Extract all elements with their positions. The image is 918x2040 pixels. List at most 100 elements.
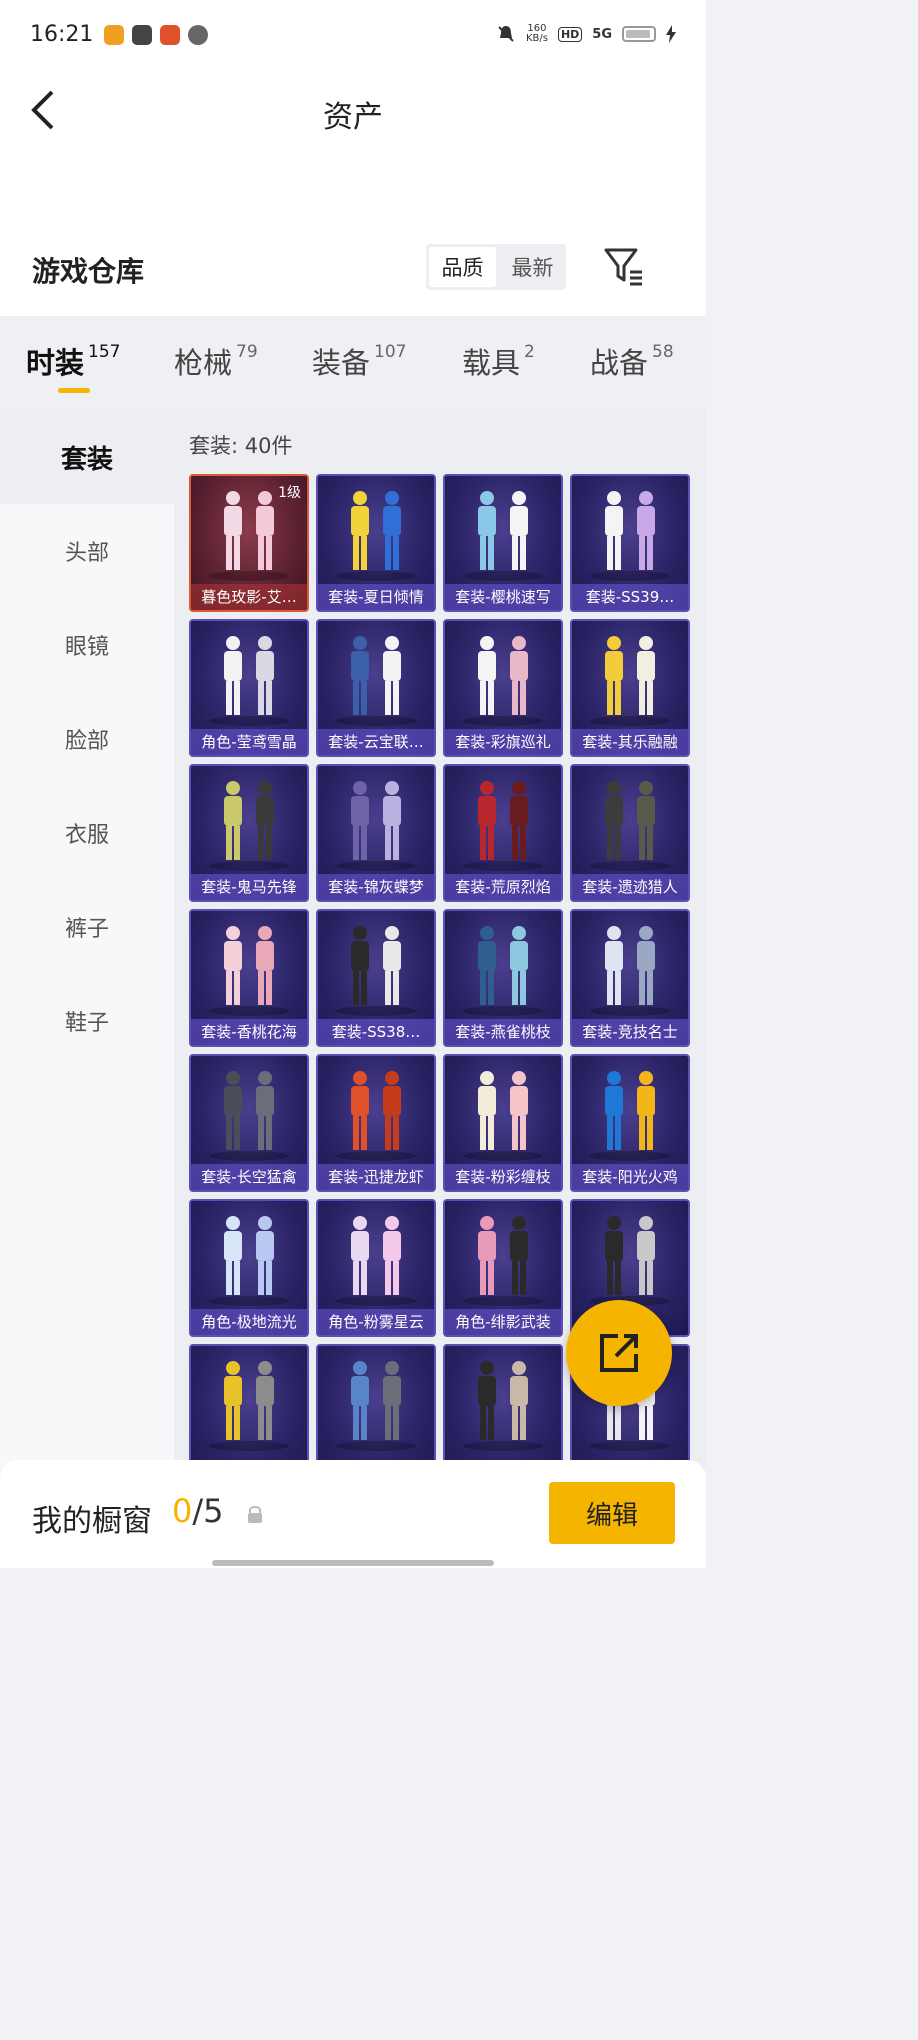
outfit-thumbnail	[336, 926, 416, 1016]
page-title: 资产	[323, 100, 383, 135]
mail-notification-icon	[132, 25, 152, 45]
item-card[interactable]: 套装-荒原烈焰	[443, 764, 563, 902]
item-card[interactable]: 套装-彩旗巡礼	[443, 619, 563, 757]
tab-count: 79	[236, 342, 258, 362]
tab-guns[interactable]: 枪械 79	[174, 340, 258, 382]
tab-count: 157	[88, 342, 121, 362]
item-card[interactable]: 1级暮色玫影-艾…	[189, 474, 309, 612]
item-card[interactable]: 角色-极地流光	[189, 1199, 309, 1337]
outfit-thumbnail	[209, 1071, 289, 1161]
warehouse-header: 游戏仓库 品质 最新	[0, 240, 706, 316]
tab-fashion[interactable]: 时装 157	[26, 340, 120, 382]
edit-button[interactable]: 编辑	[549, 1482, 675, 1544]
outfit-thumbnail	[463, 926, 543, 1016]
item-card[interactable]: 套装-云宝联…	[316, 619, 436, 757]
outfit-thumbnail	[590, 491, 670, 581]
item-card[interactable]: 套装-夏日倾情	[316, 474, 436, 612]
game-notification-icon	[160, 25, 180, 45]
sidenav-item-face[interactable]: 脸部	[0, 692, 174, 786]
tab-vehicles[interactable]: 载具 2	[462, 340, 535, 382]
outfit-thumbnail	[463, 1216, 543, 1306]
active-tab-indicator	[58, 388, 90, 393]
item-card[interactable]: 角色-莹鸢雪晶	[189, 619, 309, 757]
tab-label: 战备	[590, 346, 649, 380]
item-card-label: 套装-粉彩缠枝	[445, 1164, 561, 1190]
item-card[interactable]: 套装-SS38…	[316, 909, 436, 1047]
sort-quality-button[interactable]: 品质	[429, 247, 496, 287]
app-notification-icon	[104, 25, 124, 45]
item-card-label: 套装-迅捷龙虾	[318, 1164, 434, 1190]
item-level-badge: 1级	[278, 485, 301, 501]
sort-latest-button[interactable]: 最新	[499, 244, 566, 290]
tab-combat-gear[interactable]: 战备 58	[590, 340, 674, 382]
item-card-label: 套装-其乐融融	[572, 729, 688, 755]
item-card[interactable]: 套装-竞技名士	[570, 909, 690, 1047]
item-card-label: 暮色玫影-艾…	[191, 584, 307, 610]
item-card[interactable]: 套装-迅捷龙虾	[316, 1054, 436, 1192]
mute-icon	[498, 26, 514, 42]
item-card[interactable]	[189, 1344, 309, 1470]
outfit-thumbnail	[209, 926, 289, 1016]
outfit-thumbnail	[336, 1216, 416, 1306]
outfit-thumbnail	[209, 636, 289, 726]
tab-label: 载具	[462, 346, 521, 380]
sidenav-item-glasses[interactable]: 眼镜	[0, 598, 174, 692]
item-card-label: 套装-彩旗巡礼	[445, 729, 561, 755]
outfit-thumbnail	[336, 1071, 416, 1161]
status-app-icons	[104, 25, 208, 45]
item-card-label: 角色-粉雾星云	[318, 1309, 434, 1335]
tab-count: 2	[524, 342, 535, 362]
item-card[interactable]: 角色-粉雾星云	[316, 1199, 436, 1337]
item-card[interactable]: 角色-绯影武装	[443, 1199, 563, 1337]
item-card-label: 套装-长空猛禽	[191, 1164, 307, 1190]
item-card[interactable]: 套装-粉彩缠枝	[443, 1054, 563, 1192]
item-card[interactable]: 套装-樱桃速写	[443, 474, 563, 612]
item-card[interactable]	[443, 1344, 563, 1470]
tab-label: 枪械	[174, 346, 233, 380]
outfit-thumbnail	[463, 1071, 543, 1161]
showcase-label: 我的橱窗	[32, 1504, 152, 1539]
item-card[interactable]: 套装-燕雀桃枝	[443, 909, 563, 1047]
tab-label: 时装	[26, 346, 85, 380]
item-card-label: 套装-樱桃速写	[445, 584, 561, 610]
tab-equipment[interactable]: 装备 107	[312, 340, 406, 382]
item-card-label: 套装-燕雀桃枝	[445, 1019, 561, 1045]
showcase-bar: 我的橱窗 0/5 编辑	[0, 1460, 706, 1568]
network-type: 5G	[592, 26, 612, 42]
sidenav-item-clothes[interactable]: 衣服	[0, 786, 174, 880]
share-button[interactable]	[566, 1300, 672, 1406]
item-card[interactable]: 套装-其乐融融	[570, 619, 690, 757]
showcase-total: /5	[192, 1492, 224, 1530]
item-card-label: 角色-绯影武装	[445, 1309, 561, 1335]
item-card-label: 套装-竞技名士	[572, 1019, 688, 1045]
outfit-thumbnail	[590, 781, 670, 871]
sidenav-item-suit[interactable]: 套装	[0, 410, 174, 504]
sort-toggle: 品质 最新	[426, 244, 566, 290]
filter-icon[interactable]	[602, 246, 646, 286]
sidenav-item-pants[interactable]: 裤子	[0, 880, 174, 974]
outfit-thumbnail	[209, 1361, 289, 1451]
item-card[interactable]: 套装-遗迹猎人	[570, 764, 690, 902]
tab-label: 装备	[312, 346, 371, 380]
tab-count: 58	[652, 342, 674, 362]
lock-icon	[248, 1506, 262, 1523]
item-card[interactable]: 套装-阳光火鸡	[570, 1054, 690, 1192]
outfit-thumbnail	[463, 491, 543, 581]
item-card[interactable]: 套装-香桃花海	[189, 909, 309, 1047]
header: 资产	[0, 70, 706, 240]
sidenav-item-head[interactable]: 头部	[0, 504, 174, 598]
item-card-label: 角色-极地流光	[191, 1309, 307, 1335]
item-card[interactable]: 套装-长空猛禽	[189, 1054, 309, 1192]
status-time: 16:21	[30, 22, 94, 47]
item-card-label: 套装-香桃花海	[191, 1019, 307, 1045]
status-bar: 16:21 160 KB/s HD 5G	[0, 0, 706, 70]
category-tabs: 时装 157 枪械 79 装备 107 载具 2 战备 58	[0, 316, 706, 410]
charging-icon	[666, 25, 676, 43]
item-card[interactable]: 套装-SS39…	[570, 474, 690, 612]
outfit-thumbnail	[336, 781, 416, 871]
sidenav-item-shoes[interactable]: 鞋子	[0, 974, 174, 1068]
item-card[interactable]	[316, 1344, 436, 1470]
cat-notification-icon	[188, 25, 208, 45]
item-card[interactable]: 套装-鬼马先锋	[189, 764, 309, 902]
item-card[interactable]: 套装-锦灰蝶梦	[316, 764, 436, 902]
